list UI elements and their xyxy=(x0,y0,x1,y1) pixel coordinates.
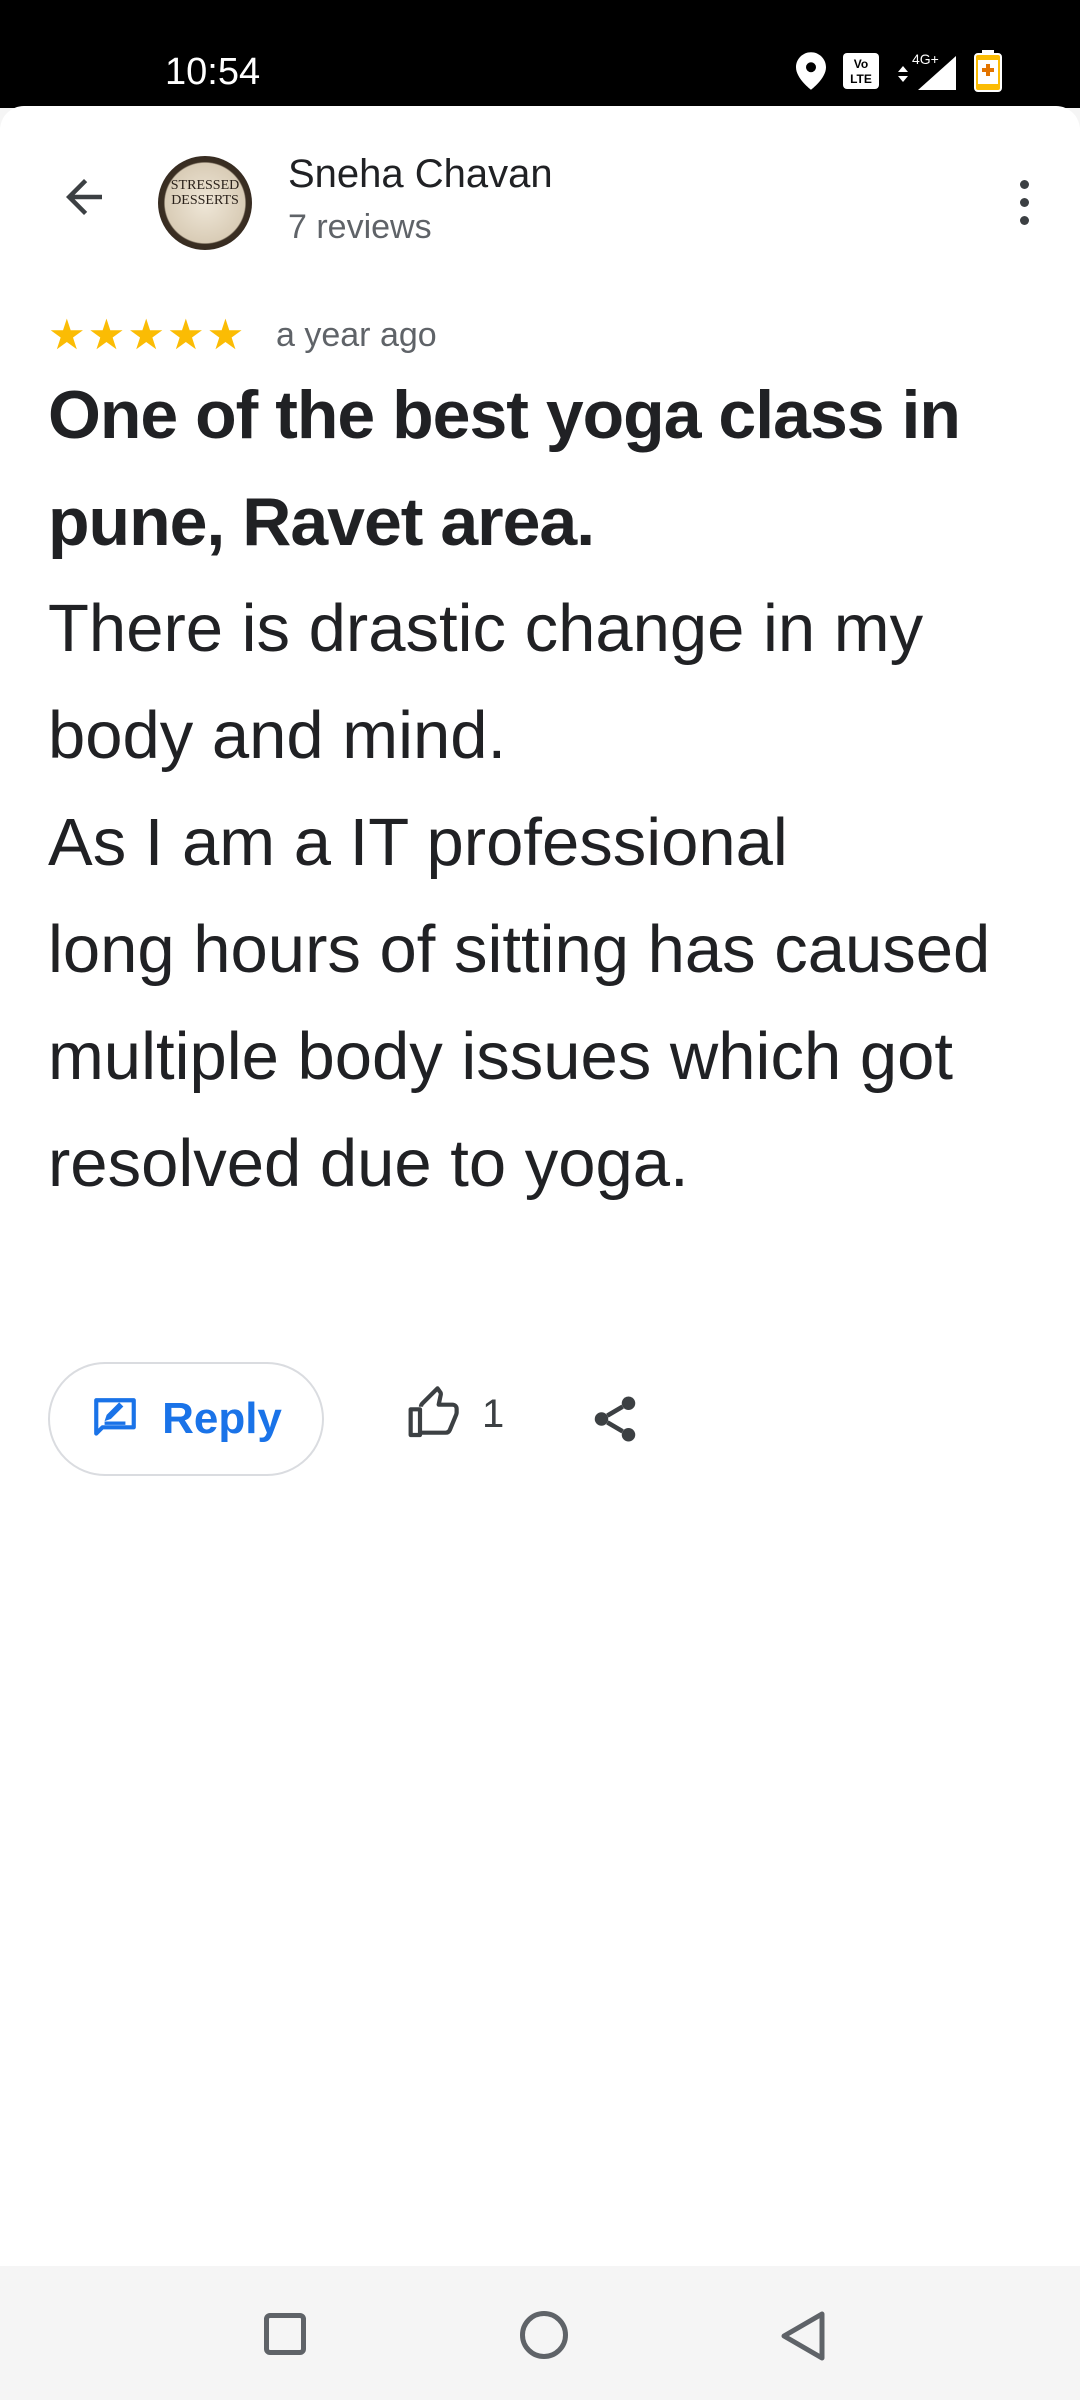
review-count: 7 reviews xyxy=(288,208,432,246)
4g-signal-icon: 4G+ xyxy=(896,50,958,92)
reply-button[interactable]: Reply xyxy=(48,1362,324,1476)
avatar-text: STRESSED DESSERTS xyxy=(170,178,240,208)
review-title: One of the best yoga class in pune, Rave… xyxy=(48,377,961,560)
back-button[interactable] xyxy=(52,165,116,229)
review-body: There is drastic change in my body and m… xyxy=(48,591,991,1201)
battery-saver-icon xyxy=(974,50,1002,92)
thumb-up-icon xyxy=(408,1386,459,1438)
network-label: 4G+ xyxy=(912,51,939,67)
arrow-back-icon xyxy=(66,179,102,215)
reply-edit-icon xyxy=(94,1398,136,1436)
star-icon: ★ xyxy=(48,311,86,358)
svg-text:Vo: Vo xyxy=(854,57,868,71)
like-button[interactable]: 1 xyxy=(406,1386,504,1442)
star-icon: ★ xyxy=(166,311,205,358)
star-icon: ★ xyxy=(206,311,245,358)
review-time: a year ago xyxy=(276,316,437,354)
star-rating: ★ ★ ★ ★ ★ xyxy=(48,312,244,358)
home-button[interactable] xyxy=(520,2311,568,2359)
share-icon xyxy=(594,1396,636,1442)
avatar[interactable]: STRESSED DESSERTS xyxy=(158,156,252,250)
status-time: 10:54 xyxy=(165,51,261,93)
svg-text:LTE: LTE xyxy=(850,72,872,86)
volte-icon: Vo LTE xyxy=(842,52,880,90)
status-icons: Vo LTE 4G+ xyxy=(796,50,1002,92)
recent-apps-button[interactable] xyxy=(264,2313,306,2355)
reply-label: Reply xyxy=(162,1394,282,1443)
location-icon xyxy=(796,52,826,90)
nav-back-button[interactable] xyxy=(778,2310,828,2362)
system-nav-bar xyxy=(0,2266,1080,2400)
star-icon: ★ xyxy=(127,311,165,358)
more-vert-icon xyxy=(1019,179,1029,189)
more-options-button[interactable] xyxy=(1006,170,1042,234)
share-button[interactable] xyxy=(588,1392,642,1446)
reviewer-name[interactable]: Sneha Chavan xyxy=(288,152,553,197)
star-icon: ★ xyxy=(87,311,126,358)
like-count: 1 xyxy=(482,1391,505,1436)
status-bar: 10:54 Vo LTE 4G+ xyxy=(0,0,1080,108)
